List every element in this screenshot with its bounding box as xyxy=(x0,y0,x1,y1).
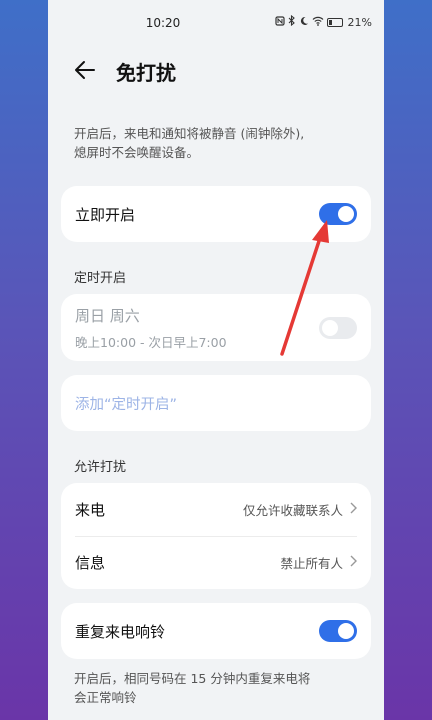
schedule-card: 周日 周六 晚上10:00 - 次日早上7:00 xyxy=(61,294,371,361)
calls-row[interactable]: 来电 仅允许收藏联系人 xyxy=(75,483,357,536)
page-header: 免打扰 xyxy=(48,52,384,88)
intro-line-2: 熄屏时不会唤醒设备。 xyxy=(74,145,200,160)
add-schedule-card[interactable]: 添加“定时开启” xyxy=(61,375,371,431)
repeat-toggle[interactable] xyxy=(319,620,357,642)
toggle-knob xyxy=(338,206,354,222)
status-icons: 21% xyxy=(274,14,372,29)
settings-screen: 10:20 21% 免打扰 开启后，来电和通知将被静音 (闹钟除外), 熄屏时不… xyxy=(48,0,384,720)
bluetooth-icon xyxy=(288,14,296,29)
allow-card: 来电 仅允许收藏联系人 信息 禁止所有人 xyxy=(61,483,371,589)
status-bar: 10:20 21% xyxy=(48,0,384,44)
repeat-label: 重复来电响铃 xyxy=(75,622,166,641)
messages-value: 禁止所有人 xyxy=(280,556,343,571)
immediate-row[interactable]: 立即开启 xyxy=(75,186,357,242)
calls-value-group: 仅允许收藏联系人 xyxy=(243,500,357,519)
chevron-right-icon xyxy=(349,555,357,571)
page-title: 免打扰 xyxy=(116,61,176,85)
battery-percent: 21% xyxy=(347,15,372,29)
add-schedule-row[interactable]: 添加“定时开启” xyxy=(75,375,357,431)
schedule-section-title: 定时开启 xyxy=(74,271,127,286)
messages-label: 信息 xyxy=(75,554,106,572)
nfc-icon xyxy=(274,15,285,29)
repeat-desc-line-2: 会正常响铃 xyxy=(74,690,137,705)
repeat-row[interactable]: 重复来电响铃 xyxy=(75,603,357,659)
intro-line-1: 开启后，来电和通知将被静音 (闹钟除外), xyxy=(74,126,305,141)
immediate-toggle[interactable] xyxy=(319,203,357,225)
chevron-right-icon xyxy=(349,502,357,518)
repeat-description: 开启后，相同号码在 15 分钟内重复来电将 会正常响铃 xyxy=(74,669,370,707)
schedule-days: 周日 周六 xyxy=(75,306,140,325)
repeat-card: 重复来电响铃 xyxy=(61,603,371,659)
immediate-card: 立即开启 xyxy=(61,186,371,242)
calls-value: 仅允许收藏联系人 xyxy=(242,503,343,518)
messages-row[interactable]: 信息 禁止所有人 xyxy=(75,536,357,589)
add-schedule-label: 添加“定时开启” xyxy=(75,396,178,413)
moon-icon xyxy=(299,16,309,29)
immediate-label: 立即开启 xyxy=(75,205,136,224)
allow-section-title: 允许打扰 xyxy=(74,460,127,475)
intro-description: 开启后，来电和通知将被静音 (闹钟除外), 熄屏时不会唤醒设备。 xyxy=(74,124,370,162)
back-arrow-icon[interactable] xyxy=(72,56,100,84)
status-time: 10:20 xyxy=(145,16,181,30)
toggle-knob xyxy=(338,623,354,639)
messages-value-group: 禁止所有人 xyxy=(280,553,357,572)
toggle-knob xyxy=(322,319,338,336)
schedule-time-range: 晚上10:00 - 次日早上7:00 xyxy=(75,334,227,350)
schedule-row[interactable]: 周日 周六 晚上10:00 - 次日早上7:00 xyxy=(75,294,357,361)
calls-label: 来电 xyxy=(75,501,106,519)
battery-icon xyxy=(326,17,343,27)
wifi-icon xyxy=(312,16,324,29)
repeat-desc-line-1: 开启后，相同号码在 15 分钟内重复来电将 xyxy=(74,671,311,686)
schedule-toggle[interactable] xyxy=(319,316,357,339)
